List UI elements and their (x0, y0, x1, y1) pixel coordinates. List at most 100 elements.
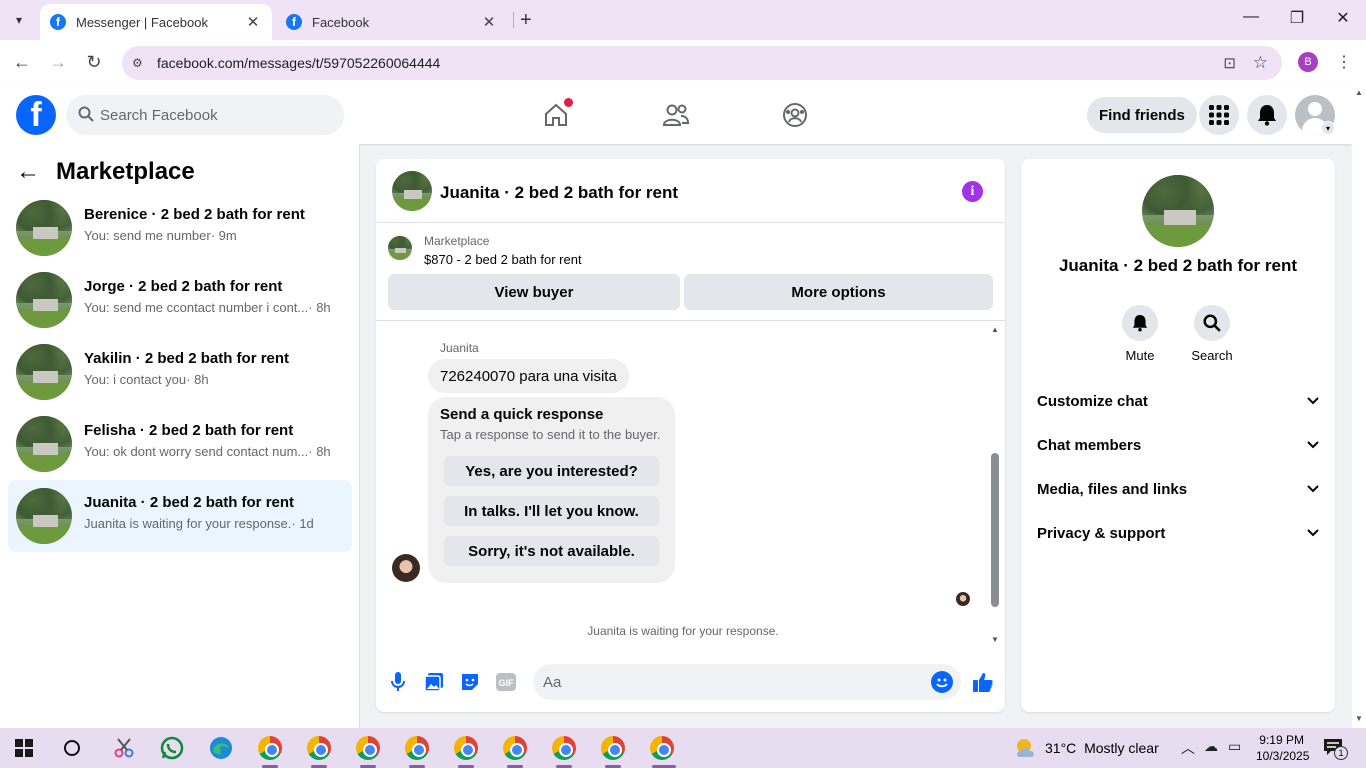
install-app-icon[interactable]: ⊡ (1223, 54, 1236, 72)
site-info-icon[interactable]: ⚙ (132, 56, 150, 70)
conversation-item[interactable]: Yakilin · 2 bed 2 bath for rent You: i c… (8, 336, 352, 408)
taskbar-app-whatsapp[interactable] (158, 734, 186, 762)
sticker-button[interactable] (458, 670, 482, 694)
scroll-up-icon[interactable]: ▲ (1355, 88, 1363, 97)
facebook-logo-icon[interactable]: f (16, 95, 56, 135)
weather-icon[interactable] (1012, 734, 1040, 762)
search-input[interactable] (100, 106, 320, 124)
conversation-item-selected[interactable]: Juanita · 2 bed 2 bath for rent Juanita … (8, 480, 352, 552)
taskbar-app-chrome[interactable] (452, 734, 480, 762)
notifications-button[interactable] (1247, 95, 1287, 135)
mute-button[interactable]: Mute (1110, 305, 1170, 363)
conversation-name: Juanita · 2 bed 2 bath for rent (84, 494, 295, 511)
browser-menu-icon[interactable]: ⋮ (1336, 52, 1352, 72)
show-hidden-icons-chevron-up-icon[interactable]: ︿ (1181, 738, 1195, 758)
message-bubble[interactable]: 726240070 para una visita (428, 359, 629, 393)
search-icon (78, 106, 94, 125)
message-sender: Juanita (440, 341, 479, 355)
tab-search-dropdown[interactable]: ▾ (8, 9, 30, 31)
address-bar[interactable]: ⚙ facebook.com/messages/t/59705226006444… (122, 46, 1282, 80)
reload-button[interactable]: ↻ (82, 52, 106, 73)
friends-nav-button[interactable] (661, 100, 691, 130)
new-tab-button[interactable]: + (520, 9, 532, 32)
more-options-button[interactable]: More options (684, 274, 993, 310)
weather-text[interactable]: 31°C Mostly clear (1045, 740, 1159, 756)
clock[interactable]: 9:19 PM 10/3/2025 (1256, 732, 1309, 764)
privacy-support-section[interactable]: Privacy & support (1037, 515, 1319, 551)
url-text[interactable]: facebook.com/messages/t/597052260064444 (157, 55, 440, 71)
taskbar-app-chrome[interactable] (599, 734, 627, 762)
message-input[interactable] (543, 673, 913, 691)
restore-button[interactable]: ❐ (1282, 8, 1312, 28)
attach-photo-button[interactable] (422, 670, 446, 694)
taskbar-app-chrome[interactable] (354, 734, 382, 762)
listing-title[interactable]: $870 - 2 bed 2 bath for rent (424, 252, 582, 267)
close-tab-icon[interactable]: ✕ (480, 13, 498, 31)
chat-panel: Juanita · 2 bed 2 bath for rent i Market… (376, 159, 1005, 712)
notification-count-badge: 1 (1334, 746, 1348, 760)
back-arrow-icon[interactable]: ← (16, 158, 48, 186)
taskbar-app-chrome[interactable] (550, 734, 578, 762)
scroll-up-icon[interactable]: ▲ (991, 325, 999, 334)
taskbar-app-snipping[interactable] (110, 734, 138, 762)
like-button[interactable] (971, 670, 995, 694)
sidebar-title: Marketplace (56, 158, 195, 185)
taskbar-app-chrome[interactable] (305, 734, 333, 762)
menu-button[interactable] (1199, 95, 1239, 135)
conversation-item[interactable]: Felisha · 2 bed 2 bath for rent You: ok … (8, 408, 352, 480)
sender-avatar[interactable] (392, 554, 420, 582)
home-nav-button[interactable] (541, 98, 573, 130)
chat-title[interactable]: Juanita · 2 bed 2 bath for rent (440, 183, 678, 203)
taskbar-app-chrome-active[interactable] (648, 734, 676, 762)
chat-avatar[interactable] (392, 171, 432, 211)
close-window-button[interactable]: ✕ (1328, 8, 1358, 28)
windows-start-button[interactable] (10, 734, 38, 762)
page-scrollbar[interactable]: ▲ ▼ (1352, 86, 1366, 728)
quick-response-option[interactable]: Sorry, it's not available. (444, 536, 659, 566)
waiting-status-text: Juanita is waiting for your response. (587, 624, 779, 638)
back-button[interactable]: ← (10, 52, 34, 73)
listing-thumbnail[interactable] (1142, 175, 1214, 247)
minimize-button[interactable]: — (1236, 8, 1266, 26)
bookmark-star-icon[interactable]: ☆ (1253, 53, 1268, 73)
chevron-down-icon[interactable]: ▾ (1321, 121, 1335, 135)
message-input-box[interactable] (533, 664, 961, 700)
close-tab-icon[interactable]: ✕ (244, 13, 262, 31)
tab-title: Messenger | Facebook (76, 14, 208, 30)
media-files-links-section[interactable]: Media, files and links (1037, 471, 1319, 507)
svg-text:GIF: GIF (499, 678, 515, 688)
quick-response-option[interactable]: In talks. I'll let you know. (444, 496, 659, 526)
facebook-search[interactable] (66, 95, 344, 135)
search-in-chat-button[interactable]: Search (1182, 305, 1242, 363)
groups-nav-button[interactable] (780, 100, 810, 130)
emoji-icon[interactable] (931, 671, 953, 693)
browser-profile-avatar[interactable]: B (1298, 52, 1318, 72)
scroll-down-icon[interactable]: ▼ (991, 635, 999, 644)
tab-facebook[interactable]: f Facebook ✕ (276, 4, 508, 40)
quick-response-option[interactable]: Yes, are you interested? (444, 456, 659, 486)
network-icon[interactable]: ☁ (1204, 738, 1218, 755)
taskbar-app-chrome[interactable] (256, 734, 284, 762)
chat-members-section[interactable]: Chat members (1037, 427, 1319, 463)
chat-header: Juanita · 2 bed 2 bath for rent i (376, 159, 1005, 223)
forward-button[interactable]: → (46, 52, 70, 73)
gif-button[interactable]: GIF (494, 670, 518, 694)
info-icon[interactable]: i (962, 181, 983, 202)
battery-icon[interactable]: ▭ (1228, 738, 1241, 755)
tab-messenger[interactable]: f Messenger | Facebook ✕ (40, 4, 272, 40)
find-friends-button[interactable]: Find friends (1087, 97, 1197, 133)
scroll-down-icon[interactable]: ▼ (1355, 714, 1363, 723)
conversation-item[interactable]: Jorge · 2 bed 2 bath for rent You: send … (8, 264, 352, 336)
taskbar-app-edge[interactable] (207, 734, 235, 762)
taskbar-search-button[interactable] (58, 734, 86, 762)
customize-chat-section[interactable]: Customize chat (1037, 383, 1319, 419)
taskbar-app-chrome[interactable] (501, 734, 529, 762)
taskbar-app-chrome[interactable] (403, 734, 431, 762)
notification-center-button[interactable]: 1 (1320, 734, 1348, 762)
voice-clip-button[interactable] (386, 670, 410, 694)
message-scrollbar[interactable] (991, 453, 999, 607)
conversation-item[interactable]: Berenice · 2 bed 2 bath for rent You: se… (8, 192, 352, 264)
chrome-icon (405, 736, 429, 760)
view-buyer-button[interactable]: View buyer (388, 274, 680, 310)
chrome-icon (503, 736, 527, 760)
